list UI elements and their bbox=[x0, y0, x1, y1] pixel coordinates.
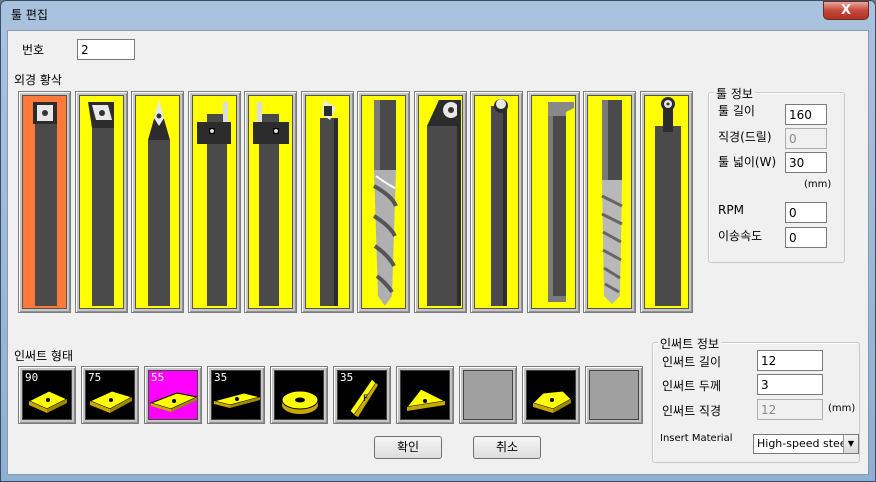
insert-angle-label: 35 bbox=[214, 371, 228, 384]
feed-input[interactable] bbox=[785, 227, 827, 248]
chevron-down-icon[interactable]: ▼ bbox=[843, 435, 858, 453]
insert-empty-2-icon bbox=[589, 370, 639, 420]
insert-empty-1-icon bbox=[463, 370, 513, 420]
tool-turning-holder-square-insert-icon bbox=[22, 95, 67, 309]
insert-rhombic-35-button[interactable]: 35 bbox=[207, 366, 265, 424]
tool-turning-holder-square-insert-button[interactable] bbox=[18, 91, 71, 313]
insert-empty-2-button[interactable] bbox=[585, 366, 643, 424]
insert-rhombic-35-icon: 35 bbox=[211, 370, 261, 420]
insert-info-title: 인써트 정보 bbox=[658, 335, 722, 352]
number-input[interactable] bbox=[77, 39, 135, 60]
tool-boring-bar-button[interactable] bbox=[300, 91, 354, 313]
insert-thickness-label: 인써트 두께 bbox=[662, 379, 722, 393]
tool-turning-holder-rhombic-insert-icon bbox=[78, 95, 124, 309]
tool-grooving-holder-left-button[interactable] bbox=[187, 91, 241, 313]
feed-label: 이송속도 bbox=[718, 229, 763, 243]
tool-diameter-input bbox=[785, 128, 827, 149]
insert-angle-label: 55 bbox=[151, 371, 165, 384]
tool-threading-holder-button[interactable] bbox=[526, 91, 580, 313]
tool-round-insert-holder-button[interactable] bbox=[639, 91, 693, 313]
insert-material-value: High-speed steel bbox=[757, 437, 850, 450]
tool-length-label: 툴 길이 bbox=[718, 104, 755, 118]
tool-threading-holder-icon bbox=[530, 95, 576, 309]
tool-boring-bar-icon bbox=[304, 95, 350, 309]
tool-face-milling-holder-button[interactable] bbox=[413, 91, 467, 313]
insert-triangle-icon bbox=[400, 370, 450, 420]
insert-threading-35-icon: 35 F bbox=[337, 370, 387, 420]
insert-material-select[interactable]: High-speed steel ▼ bbox=[753, 434, 859, 454]
number-label: 번호 bbox=[22, 43, 45, 57]
insert-empty-1-button[interactable] bbox=[459, 366, 517, 424]
tool-diameter-label: 직경(드릴) bbox=[718, 130, 772, 144]
rpm-input[interactable] bbox=[785, 202, 827, 223]
insert-rhombic-75-icon: 75 bbox=[85, 370, 135, 420]
tool-turning-holder-diamond-insert-button[interactable] bbox=[131, 91, 184, 313]
insert-section-label: 인써트 형태 bbox=[14, 349, 74, 363]
tool-round-insert-holder-icon bbox=[643, 95, 689, 309]
tool-info-title: 툴 정보 bbox=[714, 85, 755, 102]
insert-angle-label: 90 bbox=[25, 371, 39, 384]
title-bar[interactable]: 툴 편집 X bbox=[1, 1, 875, 25]
tool-twist-drill-icon bbox=[361, 95, 406, 309]
tool-grooving-holder-right-icon bbox=[248, 95, 293, 309]
insert-diameter-label: 인써트 직경 bbox=[662, 404, 722, 418]
tool-grooving-holder-right-button[interactable] bbox=[244, 91, 297, 313]
insert-length-label: 인써트 길이 bbox=[662, 355, 722, 369]
insert-thickness-input[interactable] bbox=[757, 374, 823, 395]
tool-length-input[interactable] bbox=[785, 104, 827, 125]
tool-boring-bar-round-insert-icon bbox=[474, 95, 519, 309]
tool-grooving-holder-left-icon bbox=[191, 95, 237, 309]
insert-diameter-input bbox=[757, 399, 823, 420]
insert-round-button[interactable] bbox=[270, 366, 328, 424]
insert-angle-label: 35 bbox=[340, 371, 354, 384]
tool-twist-drill-button[interactable] bbox=[357, 91, 410, 313]
insert-triangle-button[interactable] bbox=[396, 366, 454, 424]
insert-angle-label: 75 bbox=[88, 371, 102, 384]
close-button[interactable]: X bbox=[823, 1, 869, 20]
insert-trigon-icon bbox=[526, 370, 576, 420]
insert-square-90-icon: 90 bbox=[22, 370, 72, 420]
tool-unit-label: (mm) bbox=[804, 179, 832, 190]
tool-boring-bar-round-insert-button[interactable] bbox=[470, 91, 523, 313]
insert-rhombic-55-button[interactable]: 55 bbox=[144, 366, 202, 424]
svg-text:F: F bbox=[363, 394, 368, 404]
window-title: 툴 편집 bbox=[11, 8, 48, 22]
tool-width-input[interactable] bbox=[785, 152, 827, 173]
tool-face-milling-holder-icon bbox=[417, 95, 463, 309]
insert-square-90-button[interactable]: 90 bbox=[18, 366, 76, 424]
insert-rhombic-75-button[interactable]: 75 bbox=[81, 366, 139, 424]
insert-unit-label: (mm) bbox=[828, 403, 856, 414]
tool-tap-button[interactable] bbox=[583, 91, 636, 313]
rpm-label: RPM bbox=[718, 203, 744, 217]
tool-width-label: 툴 넓이(W) bbox=[718, 155, 777, 169]
insert-material-label: Insert Material bbox=[660, 433, 733, 444]
cancel-button[interactable]: 취소 bbox=[473, 436, 541, 459]
tool-tap-icon bbox=[587, 95, 632, 309]
insert-threading-35-button[interactable]: 35 F bbox=[333, 366, 391, 424]
tool-turning-holder-rhombic-insert-button[interactable] bbox=[74, 91, 128, 313]
insert-round-icon bbox=[274, 370, 324, 420]
insert-trigon-button[interactable] bbox=[522, 366, 580, 424]
tools-section-label: 외경 황삭 bbox=[14, 73, 62, 87]
tool-edit-window: 툴 편집 X 번호 외경 황삭 툴 정보 툴 길이 직경(드릴) 툴 넓이(W)… bbox=[0, 0, 876, 482]
ok-button[interactable]: 확인 bbox=[374, 436, 442, 459]
insert-rhombic-55-icon: 55 bbox=[148, 370, 198, 420]
tool-turning-holder-diamond-insert-icon bbox=[135, 95, 180, 309]
insert-length-input[interactable] bbox=[757, 350, 823, 371]
dialog-body: 번호 외경 황삭 툴 정보 툴 길이 직경(드릴) 툴 넓이(W) (mm) R… bbox=[7, 30, 869, 475]
